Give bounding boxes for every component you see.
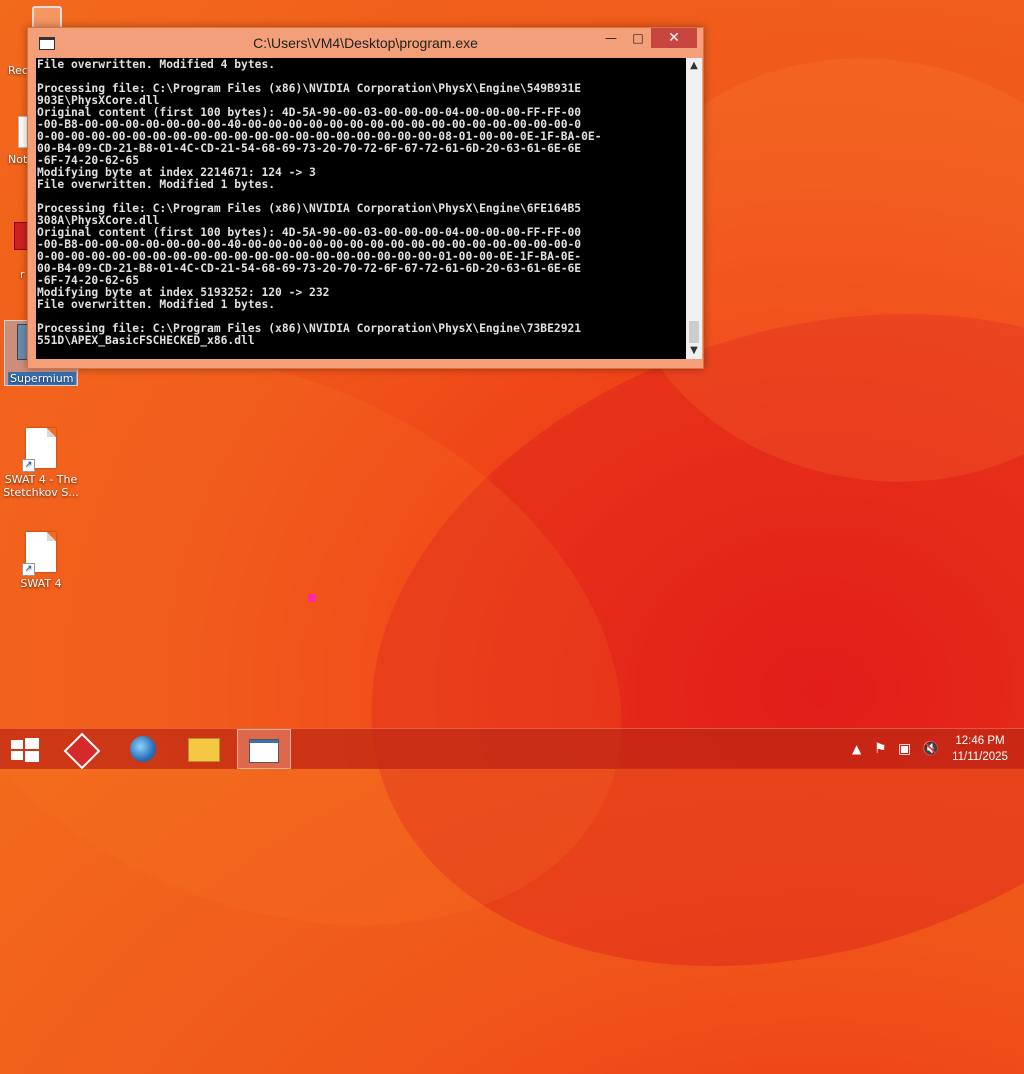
- folder-icon: [188, 738, 220, 762]
- volume-muted-icon[interactable]: 🔇: [922, 729, 939, 769]
- scroll-up-arrow-icon[interactable]: ▲: [686, 58, 702, 74]
- app-icon: [14, 222, 28, 250]
- shortcut-arrow-icon: ↗: [22, 459, 35, 472]
- console-window-icon: [249, 739, 279, 763]
- console-output[interactable]: File overwritten. Modified 4 bytes. Proc…: [36, 58, 686, 359]
- file-shortcut-icon: ↗: [22, 532, 58, 576]
- desktop-icon-swat4-stetchkov[interactable]: ↗ SWAT 4 - The Stetchkov S...: [2, 428, 80, 499]
- window-titlebar[interactable]: C:\Users\VM4\Desktop\program.exe — □ ✕: [28, 28, 703, 58]
- taskbar: ▲ ⚑ ▣ 🔇 12:46 PM 11/11/2025: [0, 728, 1024, 770]
- console-text: File overwritten. Modified 4 bytes. Proc…: [37, 58, 602, 347]
- file-shortcut-icon: ↗: [22, 428, 58, 472]
- maximize-button[interactable]: □: [625, 28, 651, 48]
- start-button[interactable]: [11, 738, 39, 762]
- vertical-scrollbar[interactable]: ▲ ▼: [686, 58, 702, 359]
- taskbar-red-diamond-app[interactable]: [55, 729, 109, 770]
- minimize-button[interactable]: —: [598, 28, 624, 48]
- desktop-icon-swat4[interactable]: ↗ SWAT 4: [2, 532, 80, 590]
- action-center-flag-icon[interactable]: ⚑: [874, 729, 887, 769]
- close-button[interactable]: ✕: [651, 28, 697, 48]
- clock-date: 11/11/2025: [952, 751, 1008, 763]
- shortcut-arrow-icon: ↗: [22, 563, 35, 576]
- taskbar-file-explorer[interactable]: [177, 729, 231, 769]
- taskbar-clock[interactable]: 12:46 PM 11/11/2025: [944, 733, 1016, 765]
- console-window[interactable]: C:\Users\VM4\Desktop\program.exe — □ ✕ F…: [27, 27, 704, 369]
- show-hidden-icons-button[interactable]: ▲: [852, 729, 861, 769]
- network-icon[interactable]: ▣: [898, 729, 911, 769]
- scroll-down-arrow-icon[interactable]: ▼: [686, 343, 702, 359]
- red-diamond-app-icon: [63, 732, 101, 770]
- browser-globe-icon: [130, 736, 156, 762]
- taskbar-console-window[interactable]: [237, 729, 291, 769]
- desktop-icon-partial[interactable]: r: [14, 222, 28, 281]
- clock-time: 12:46 PM: [955, 735, 1005, 747]
- scrollbar-thumb[interactable]: [689, 321, 699, 343]
- taskbar-browser[interactable]: [116, 729, 170, 769]
- mouse-cursor: [308, 594, 316, 602]
